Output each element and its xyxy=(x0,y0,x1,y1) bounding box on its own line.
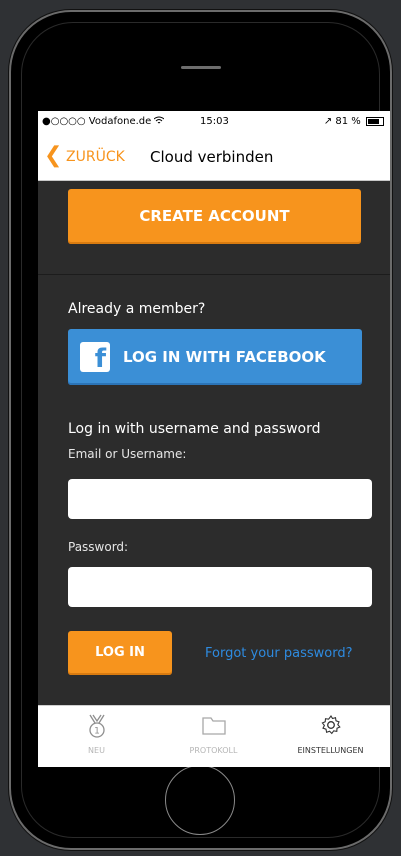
navigation-bar: ❮ ZURÜCK Cloud verbinden xyxy=(38,133,390,181)
battery-icon xyxy=(366,116,384,126)
status-right: ↗ 81 % xyxy=(324,116,384,127)
tab-bar: 1 NEU PROTOKOLL EINSTELLUNGEN xyxy=(38,705,390,767)
carrier-label: ●○○○○ Vodafone.de xyxy=(42,116,152,127)
tab-einstellungen[interactable]: EINSTELLUNGEN xyxy=(272,706,389,767)
page-title: Cloud verbinden xyxy=(150,148,274,166)
wifi-icon xyxy=(154,116,165,127)
chevron-left-icon[interactable]: ❮ xyxy=(44,145,62,167)
password-label: Password: xyxy=(68,540,129,554)
password-field[interactable] xyxy=(68,567,372,607)
gear-icon xyxy=(272,714,389,738)
section-divider xyxy=(38,274,390,275)
create-account-button[interactable]: CREATE ACCOUNT xyxy=(68,189,361,244)
email-field[interactable] xyxy=(68,479,372,519)
login-button[interactable]: LOG IN xyxy=(68,631,172,675)
carrier-info: ●○○○○ Vodafone.de xyxy=(42,116,165,127)
tab-protokoll[interactable]: PROTOKOLL xyxy=(155,706,272,767)
status-time: 15:03 xyxy=(200,116,229,127)
status-bar: ●○○○○ Vodafone.de 15:03 ↗ 81 % xyxy=(38,111,390,133)
forgot-password-link[interactable]: Forgot your password? xyxy=(205,646,353,661)
svg-text:1: 1 xyxy=(94,727,100,737)
battery-percent: ↗ 81 % xyxy=(323,116,361,127)
app-screen: ●○○○○ Vodafone.de 15:03 ↗ 81 % ❮ ZURÜCK … xyxy=(38,111,390,767)
back-button[interactable]: ZURÜCK xyxy=(66,149,125,165)
speaker-grille xyxy=(181,66,221,69)
facebook-icon: f xyxy=(80,342,110,374)
facebook-login-label: LOG IN WITH FACEBOOK xyxy=(123,348,326,366)
tab-neu-label: NEU xyxy=(88,746,105,755)
folder-icon xyxy=(155,714,272,738)
tab-neu[interactable]: 1 NEU xyxy=(38,706,155,767)
email-label: Email or Username: xyxy=(68,447,187,461)
main-content: CREATE ACCOUNT Already a member? f LOG I… xyxy=(38,181,390,705)
tab-einstellungen-label: EINSTELLUNGEN xyxy=(297,746,364,755)
tab-protokoll-label: PROTOKOLL xyxy=(189,746,238,755)
medal-icon: 1 xyxy=(38,714,155,738)
home-button[interactable] xyxy=(165,765,235,835)
login-heading: Log in with username and password xyxy=(68,421,321,437)
facebook-login-button[interactable]: f LOG IN WITH FACEBOOK xyxy=(68,329,362,385)
member-heading: Already a member? xyxy=(68,301,206,317)
